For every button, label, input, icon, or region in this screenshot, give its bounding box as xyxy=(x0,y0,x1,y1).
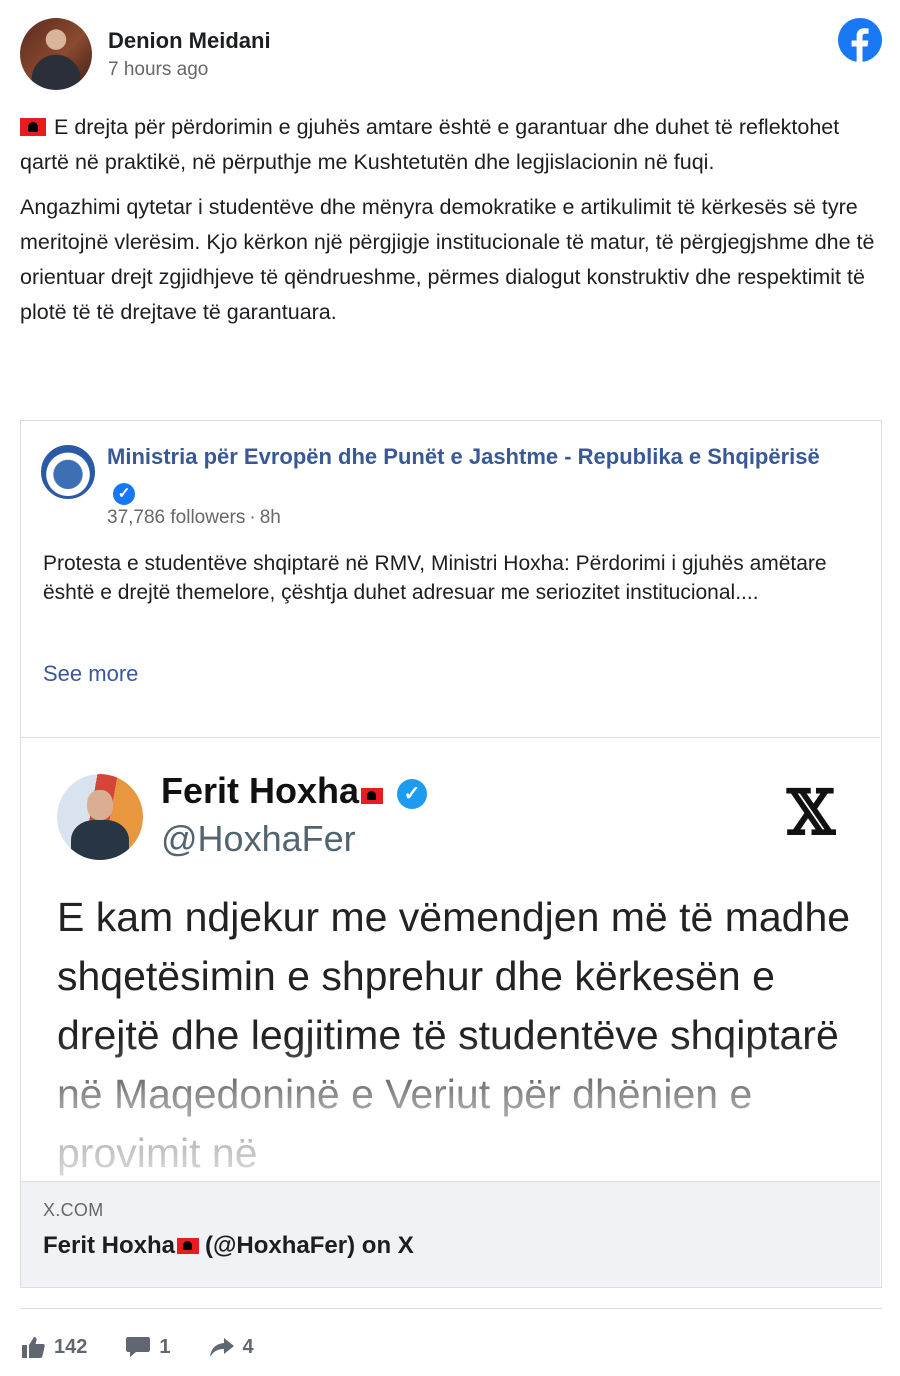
tweet-author-name: Ferit Hoxha ✓ xyxy=(161,770,428,812)
page-followers: 37,786 followers xyxy=(107,507,246,528)
x-logo-icon: 𝕏 xyxy=(786,776,836,849)
share-icon xyxy=(209,1338,234,1357)
tweet-author-name-text: Ferit Hoxha xyxy=(161,770,360,811)
share-count-value: 4 xyxy=(242,1335,254,1358)
comment-icon xyxy=(126,1337,151,1357)
shared-post-text: Protesta e studentëve shqiptarë në RMV, … xyxy=(43,552,827,604)
post-body: E drejta për përdorimin e gjuhës amtare … xyxy=(20,110,886,340)
link-title-rest[interactable]: (@HoxhaFer) on X xyxy=(205,1232,414,1259)
post-header: Denion Meidani 7 hours ago xyxy=(20,18,882,94)
verified-badge-icon: ✓ xyxy=(397,779,428,809)
verified-badge-icon: ✓ xyxy=(113,483,135,505)
page-name-text[interactable]: Ministria për Evropën dhe Punët e Jashtm… xyxy=(107,444,820,469)
comment-count-value: 1 xyxy=(159,1335,171,1358)
link-title[interactable]: Ferit Hoxha (@HoxhaFer) on X xyxy=(43,1232,414,1260)
link-preview-footer[interactable]: X.COM Ferit Hoxha (@HoxhaFer) on X xyxy=(21,1181,880,1287)
shared-post-age[interactable]: 8h xyxy=(260,507,281,528)
like-icon xyxy=(22,1337,45,1358)
like-count[interactable]: 142 xyxy=(20,1335,87,1359)
like-count-value: 142 xyxy=(54,1335,88,1358)
post-paragraph-1-text: E drejta për përdorimin e gjuhës amtare … xyxy=(20,115,840,174)
page-name[interactable]: Ministria për Evropën dhe Punët e Jashtm… xyxy=(107,441,847,505)
author-name[interactable]: Denion Meidani xyxy=(108,28,271,54)
shared-post-card[interactable]: Ministria për Evropën dhe Punët e Jashtm… xyxy=(20,420,882,1288)
post-paragraph-2: Angazhimi qytetar i studentëve dhe mënyr… xyxy=(20,195,875,324)
tweet-author-avatar xyxy=(57,774,143,860)
facebook-logo-icon xyxy=(838,18,882,62)
post-timestamp[interactable]: 7 hours ago xyxy=(108,59,208,81)
link-title-name[interactable]: Ferit Hoxha xyxy=(43,1232,175,1259)
author-avatar[interactable] xyxy=(20,18,92,90)
albania-flag-icon xyxy=(177,1238,200,1254)
page-meta: 37,786 followers · 8h xyxy=(107,507,281,528)
post-paragraph-1: E drejta për përdorimin e gjuhës amtare … xyxy=(20,110,886,180)
albania-flag-icon xyxy=(20,118,46,136)
tweet-preview-image[interactable]: Ferit Hoxha ✓ @HoxhaFer 𝕏 E kam ndjekur m… xyxy=(21,737,880,1181)
link-domain: X.COM xyxy=(43,1200,104,1220)
page-avatar[interactable] xyxy=(41,445,95,499)
comment-count[interactable]: 1 xyxy=(125,1335,171,1359)
share-count[interactable]: 4 xyxy=(209,1335,254,1359)
stats-divider xyxy=(20,1308,882,1309)
tweet-author-handle: @HoxhaFer xyxy=(161,818,356,859)
see-more-link[interactable]: See more xyxy=(43,661,138,687)
engagement-stats: 142 1 4 xyxy=(20,1330,292,1364)
albania-flag-icon xyxy=(361,788,384,804)
tweet-fade-overlay xyxy=(21,1038,880,1181)
